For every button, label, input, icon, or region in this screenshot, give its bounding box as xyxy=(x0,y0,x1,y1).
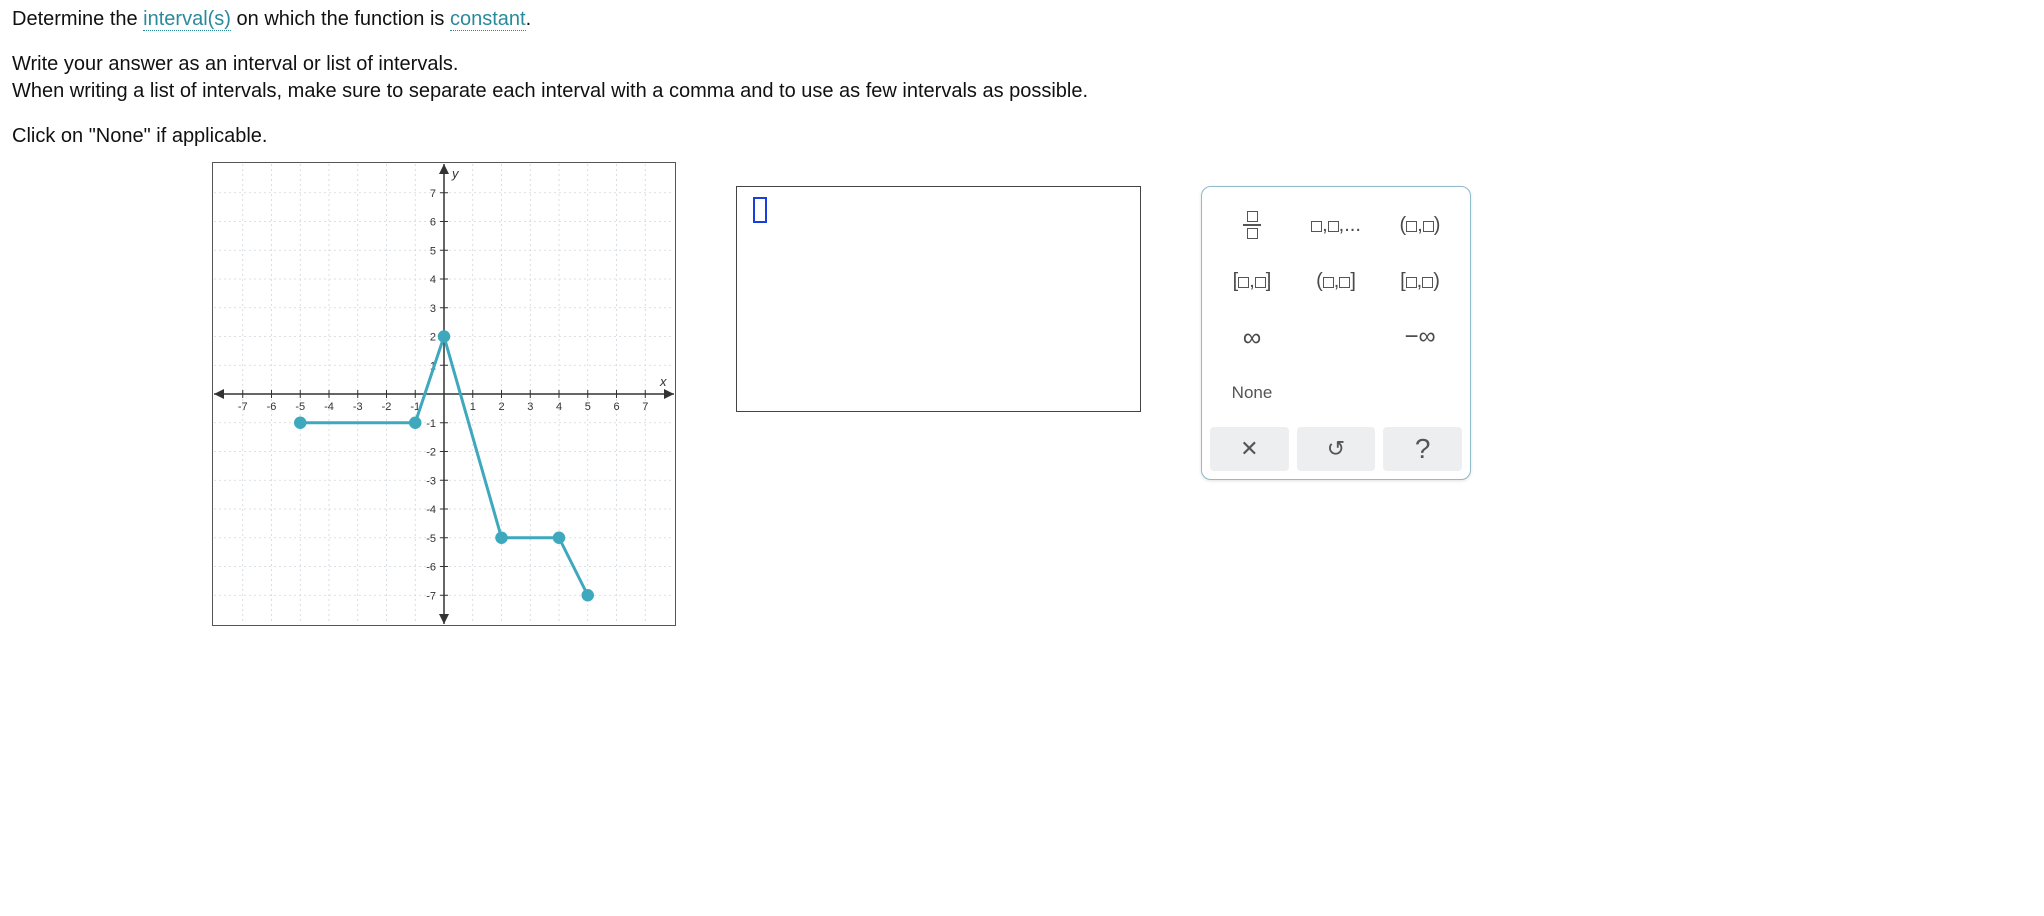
svg-text:-7: -7 xyxy=(238,401,248,413)
question-line-4: Click on "None" if applicable. xyxy=(12,125,2032,148)
svg-text:5: 5 xyxy=(430,245,436,257)
none-button[interactable]: None xyxy=(1210,367,1294,419)
question-line-3: When writing a list of intervals, make s… xyxy=(12,80,2032,103)
svg-text:4: 4 xyxy=(556,401,562,413)
text: ) xyxy=(1434,214,1441,236)
help-button[interactable]: ? xyxy=(1383,427,1462,471)
svg-text:-7: -7 xyxy=(426,590,436,602)
function-graph: -7-6-5-4-3-2-11234567-7-6-5-4-3-2-112345… xyxy=(214,164,674,624)
palette-spacer xyxy=(1378,367,1462,419)
open-open-interval-button[interactable]: (,) xyxy=(1378,199,1462,251)
svg-text:-1: -1 xyxy=(426,418,436,430)
text: on which the function is xyxy=(231,8,450,30)
svg-text:1: 1 xyxy=(470,401,476,413)
term-link-intervals[interactable]: interval(s) xyxy=(143,8,231,31)
undo-button[interactable]: ↺ xyxy=(1297,427,1376,471)
closed-open-interval-button[interactable]: [,) xyxy=(1378,255,1462,307)
answer-input-box[interactable] xyxy=(736,186,1141,412)
answer-cursor xyxy=(753,197,767,223)
text: ] xyxy=(1350,270,1356,292)
text: Determine the xyxy=(12,8,143,30)
svg-text:y: y xyxy=(451,166,460,181)
svg-text:2: 2 xyxy=(430,332,436,344)
svg-text:-3: -3 xyxy=(426,475,436,487)
text: ) xyxy=(1433,270,1440,292)
svg-text:7: 7 xyxy=(430,188,436,200)
svg-text:-6: -6 xyxy=(426,562,436,574)
svg-text:-4: -4 xyxy=(426,504,436,516)
svg-text:-2: -2 xyxy=(382,401,392,413)
neg-infinity-button[interactable]: −∞ xyxy=(1378,311,1462,363)
text: ( xyxy=(1316,270,1323,292)
svg-text:-6: -6 xyxy=(267,401,277,413)
text: ( xyxy=(1400,214,1407,236)
svg-text:3: 3 xyxy=(527,401,533,413)
infinity-button[interactable]: ∞ xyxy=(1210,311,1294,363)
fraction-button[interactable] xyxy=(1210,199,1294,251)
text: ] xyxy=(1266,270,1272,292)
question-line-1: Determine the interval(s) on which the f… xyxy=(12,8,2032,31)
palette-spacer xyxy=(1294,311,1378,363)
clear-button[interactable]: ✕ xyxy=(1210,427,1289,471)
closed-closed-interval-button[interactable]: [,] xyxy=(1210,255,1294,307)
palette-spacer xyxy=(1294,367,1378,419)
list-button[interactable]: ,,... xyxy=(1294,199,1378,251)
text: . xyxy=(526,8,532,30)
svg-text:7: 7 xyxy=(642,401,648,413)
svg-text:5: 5 xyxy=(585,401,591,413)
svg-text:x: x xyxy=(659,374,667,389)
svg-text:6: 6 xyxy=(613,401,619,413)
question-line-2: Write your answer as an interval or list… xyxy=(12,53,2032,76)
svg-text:2: 2 xyxy=(498,401,504,413)
graph-container: -7-6-5-4-3-2-11234567-7-6-5-4-3-2-112345… xyxy=(212,162,676,626)
svg-text:6: 6 xyxy=(430,217,436,229)
svg-text:-5: -5 xyxy=(426,533,436,545)
svg-text:-4: -4 xyxy=(324,401,334,413)
svg-text:-2: -2 xyxy=(426,447,436,459)
open-closed-interval-button[interactable]: (,] xyxy=(1294,255,1378,307)
svg-text:-5: -5 xyxy=(295,401,305,413)
svg-text:3: 3 xyxy=(430,303,436,315)
svg-text:-3: -3 xyxy=(353,401,363,413)
symbol-palette: ,,... (,) [,] (,] [,) ∞ −∞ None xyxy=(1201,186,1471,480)
svg-text:4: 4 xyxy=(430,274,436,286)
text: , xyxy=(1339,214,1345,236)
term-link-constant[interactable]: constant xyxy=(450,8,526,31)
